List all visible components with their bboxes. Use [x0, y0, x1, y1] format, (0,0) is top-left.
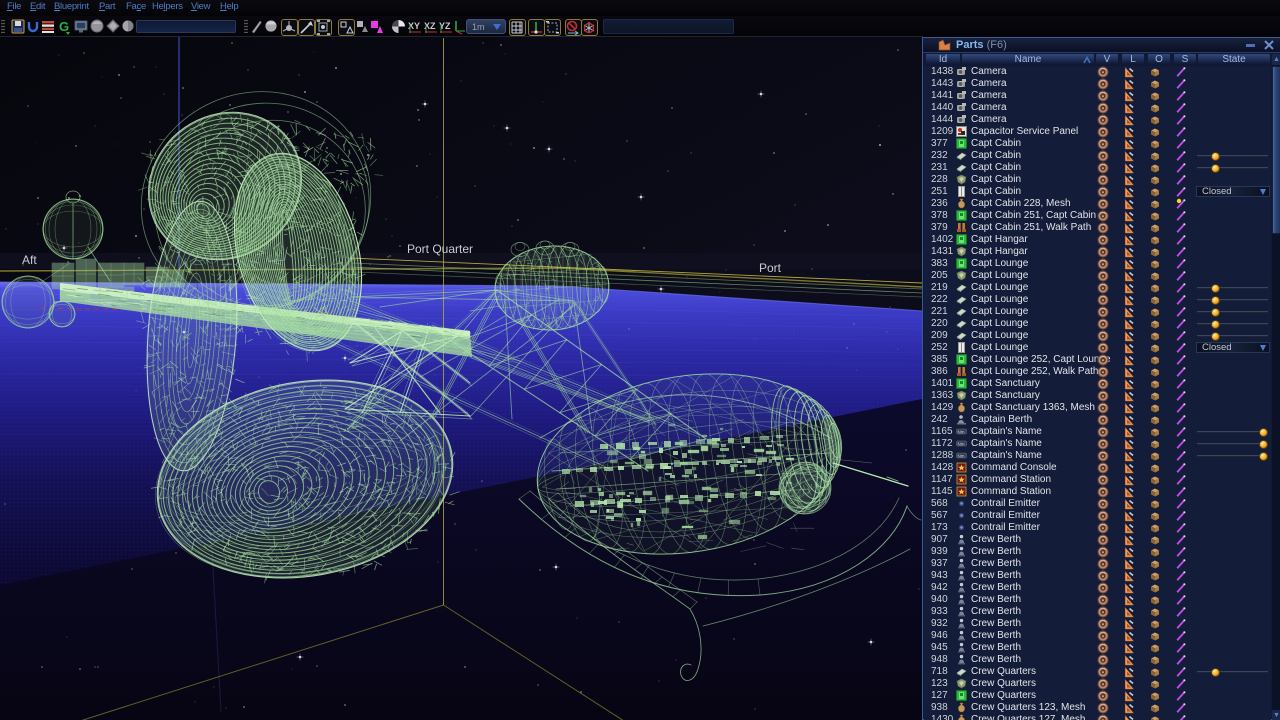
svg-text:G: G [59, 19, 69, 34]
svg-text:Nm: Nm [958, 453, 965, 458]
svg-text:Port: Port [759, 261, 782, 275]
svg-text:Nm: Nm [958, 429, 965, 434]
svg-text:Aft: Aft [22, 253, 37, 267]
svg-text:Nm: Nm [958, 441, 965, 446]
svg-text:Port Quarter: Port Quarter [407, 242, 473, 256]
